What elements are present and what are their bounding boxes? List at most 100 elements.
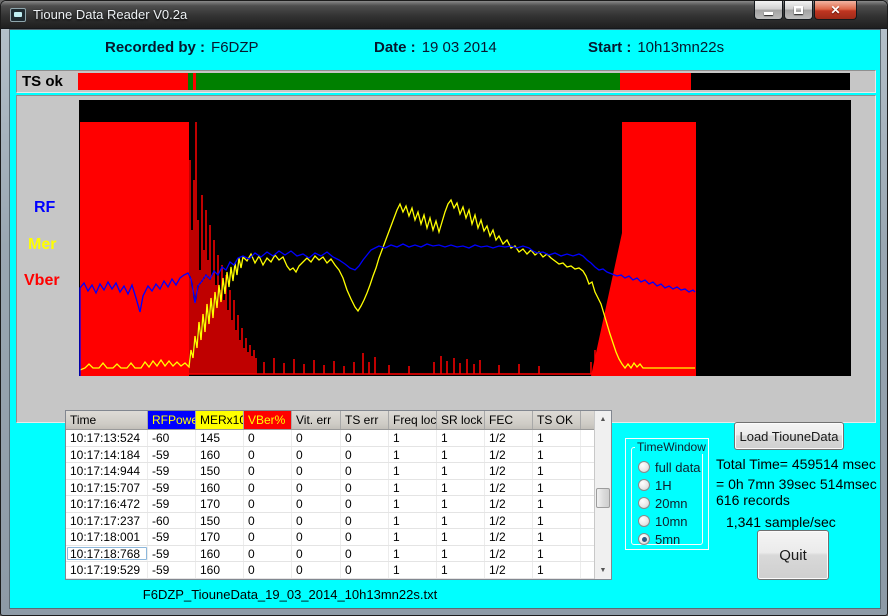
table-cell[interactable]: 0 — [341, 480, 389, 496]
table-cell[interactable]: 0 — [341, 430, 389, 446]
table-cell[interactable]: 1/2 — [485, 430, 533, 446]
radio-icon[interactable] — [638, 461, 650, 473]
table-cell[interactable]: -59 — [148, 447, 196, 463]
table-cell[interactable]: 0 — [244, 562, 292, 578]
time-window-option-1H[interactable]: 1H — [638, 476, 700, 494]
column-header-ts-err[interactable]: TS err — [341, 411, 389, 429]
table-cell[interactable]: 1 — [533, 562, 581, 578]
table-cell[interactable]: -59 — [148, 546, 196, 562]
table-cell[interactable]: 1 — [533, 496, 581, 512]
title-bar[interactable]: Tioune Data Reader V0.2a ✕ — [1, 1, 887, 29]
table-cell[interactable]: 1 — [389, 480, 437, 496]
table-cell[interactable]: -59 — [148, 529, 196, 545]
table-cell[interactable]: 1 — [389, 447, 437, 463]
radio-selected-icon[interactable] — [638, 533, 650, 545]
time-window-option-10mn[interactable]: 10mn — [638, 512, 700, 530]
column-header-fec[interactable]: FEC — [485, 411, 533, 429]
table-cell[interactable]: -60 — [148, 513, 196, 529]
column-header-merx10[interactable]: MERx10 — [196, 411, 244, 429]
table-cell[interactable]: 0 — [244, 496, 292, 512]
table-cell[interactable]: 1 — [533, 529, 581, 545]
table-cell[interactable]: 0 — [244, 463, 292, 479]
table-cell[interactable]: 0 — [292, 430, 341, 446]
table-cell[interactable]: 0 — [341, 496, 389, 512]
table-cell[interactable]: 10:17:14:184 — [66, 447, 148, 463]
table-cell[interactable]: 1 — [389, 496, 437, 512]
table-cell[interactable]: -59 — [148, 480, 196, 496]
table-cell[interactable]: 0 — [292, 562, 341, 578]
table-cell[interactable]: 0 — [244, 546, 292, 562]
table-cell[interactable]: 1/2 — [485, 546, 533, 562]
load-tioune-data-button[interactable]: Load TiouneData — [734, 422, 844, 450]
table-cell[interactable]: 160 — [196, 562, 244, 578]
table-cell[interactable]: 1/2 — [485, 496, 533, 512]
table-cell[interactable]: 1 — [389, 513, 437, 529]
table-cell[interactable]: 1 — [533, 480, 581, 496]
table-cell[interactable]: 10:17:13:524 — [66, 430, 148, 446]
radio-icon[interactable] — [638, 497, 650, 509]
time-window-option-full-data[interactable]: full data — [638, 458, 700, 476]
table-cell[interactable]: 0 — [244, 513, 292, 529]
table-cell[interactable]: 10:17:18:001 — [66, 529, 148, 545]
column-header-ts-ok[interactable]: TS OK — [533, 411, 581, 429]
radio-icon[interactable] — [638, 515, 650, 527]
table-cell[interactable]: 10:17:14:944 — [66, 463, 148, 479]
maximize-button[interactable] — [784, 1, 813, 20]
table-cell[interactable]: 0 — [292, 546, 341, 562]
table-cell[interactable]: 160 — [196, 546, 244, 562]
table-cell[interactable]: 1 — [533, 447, 581, 463]
table-cell[interactable]: 145 — [196, 430, 244, 446]
table-cell[interactable]: 1 — [437, 529, 485, 545]
table-cell[interactable]: 0 — [244, 529, 292, 545]
table-cell[interactable]: 1 — [437, 447, 485, 463]
table-cell[interactable]: 0 — [341, 447, 389, 463]
table-cell[interactable]: 0 — [341, 562, 389, 578]
table-cell[interactable]: 10:17:17:237 — [66, 513, 148, 529]
table-cell[interactable]: 10:17:18:768 — [66, 546, 148, 562]
column-header-freq-lock[interactable]: Freq lock — [389, 411, 437, 429]
column-header-sr-lock[interactable]: SR lock — [437, 411, 485, 429]
table-cell[interactable]: 150 — [196, 513, 244, 529]
table-cell[interactable]: 0 — [341, 463, 389, 479]
time-window-option-20mn[interactable]: 20mn — [638, 494, 700, 512]
table-cell[interactable]: 1 — [437, 430, 485, 446]
table-cell[interactable]: 1 — [437, 496, 485, 512]
table-cell[interactable]: -60 — [148, 430, 196, 446]
table-cell[interactable]: 1 — [437, 513, 485, 529]
table-cell[interactable]: 10:17:15:707 — [66, 480, 148, 496]
table-cell[interactable]: 1 — [389, 546, 437, 562]
radio-icon[interactable] — [638, 479, 650, 491]
column-header-vit-err[interactable]: Vit. err — [292, 411, 341, 429]
table-cell[interactable]: 1 — [437, 562, 485, 578]
table-cell[interactable]: 0 — [292, 463, 341, 479]
table-cell[interactable]: 0 — [244, 447, 292, 463]
time-window-option-5mn[interactable]: 5mn — [638, 530, 700, 548]
table-cell[interactable]: -59 — [148, 562, 196, 578]
table-cell[interactable]: 0 — [292, 480, 341, 496]
column-header-vber-[interactable]: VBer% — [244, 411, 292, 429]
quit-button[interactable]: Quit — [757, 530, 829, 580]
table-cell[interactable]: 160 — [196, 480, 244, 496]
scroll-up-arrow-icon[interactable]: ▲ — [595, 411, 611, 428]
table-cell[interactable]: 1/2 — [485, 562, 533, 578]
table-cell[interactable]: 1 — [389, 463, 437, 479]
close-button[interactable]: ✕ — [814, 1, 857, 20]
minimize-button[interactable] — [754, 1, 783, 20]
table-cell[interactable]: 10:17:16:472 — [66, 496, 148, 512]
table-cell[interactable]: -59 — [148, 496, 196, 512]
table-cell[interactable]: 1 — [533, 463, 581, 479]
table-cell[interactable]: 0 — [292, 513, 341, 529]
table-cell[interactable]: 1/2 — [485, 513, 533, 529]
table-cell[interactable]: 1/2 — [485, 529, 533, 545]
table-cell[interactable]: 0 — [292, 447, 341, 463]
table-cell[interactable]: 1 — [533, 430, 581, 446]
table-cell[interactable]: 1 — [437, 463, 485, 479]
table-cell[interactable]: 0 — [292, 496, 341, 512]
table-cell[interactable]: 1 — [437, 480, 485, 496]
table-cell[interactable]: 0 — [341, 529, 389, 545]
table-cell[interactable]: 1/2 — [485, 447, 533, 463]
table-cell[interactable]: 1 — [389, 430, 437, 446]
column-header-time[interactable]: Time — [66, 411, 148, 429]
table-scrollbar[interactable]: ▲ ▼ — [594, 411, 611, 579]
table-cell[interactable]: 170 — [196, 496, 244, 512]
